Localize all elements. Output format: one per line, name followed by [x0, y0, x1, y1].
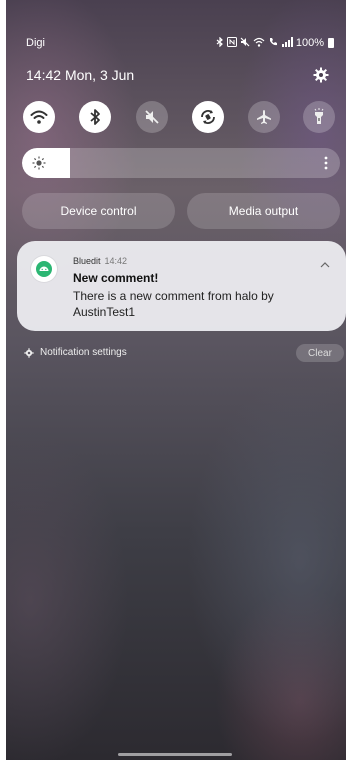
- device-control-button[interactable]: Device control: [22, 193, 175, 229]
- mute-icon: [240, 37, 250, 50]
- header-row: 14:42 Mon, 3 Jun: [26, 66, 330, 84]
- toggle-auto-rotate[interactable]: [192, 101, 224, 133]
- notification-body: There is a new comment from halo by Aust…: [73, 289, 274, 319]
- toggle-flashlight[interactable]: [303, 101, 335, 133]
- notification-header: Bluedit 14:42: [73, 256, 127, 266]
- clock-time: 14:42: [26, 67, 62, 83]
- chevron-up-icon[interactable]: [320, 255, 330, 273]
- notification-settings-label: Notification settings: [40, 347, 127, 358]
- app-icon: [31, 256, 57, 282]
- app-name: Bluedit: [73, 256, 101, 266]
- notification-title: New comment!: [73, 271, 159, 285]
- notification-card[interactable]: Bluedit 14:42 New comment! There is a new…: [17, 241, 346, 331]
- home-indicator[interactable]: [118, 753, 232, 756]
- notification-time: 14:42: [104, 256, 128, 266]
- date-label: Mon, 3 Jun: [64, 67, 135, 83]
- media-output-button[interactable]: Media output: [187, 193, 340, 229]
- datetime: 14:42 Mon, 3 Jun: [26, 67, 134, 83]
- nfc-icon: [226, 36, 237, 50]
- wifi-icon: [30, 110, 48, 124]
- toggle-sound[interactable]: [136, 101, 168, 133]
- mute-icon: [145, 110, 159, 124]
- airplane-icon: [257, 110, 271, 124]
- call-icon: [268, 37, 278, 50]
- toggle-wifi[interactable]: [23, 101, 55, 133]
- carrier-label: Digi: [26, 37, 45, 49]
- rotate-icon: [201, 110, 215, 124]
- notification-settings-link[interactable]: Notification settings: [24, 347, 127, 358]
- signal-icon: [281, 36, 293, 50]
- sun-icon: [32, 156, 46, 175]
- wifi-icon: [253, 37, 265, 50]
- screen-edge-right: [346, 0, 350, 760]
- screen-edge-left: [0, 0, 6, 760]
- settings-button[interactable]: [312, 66, 330, 84]
- status-bar: Digi 100%: [26, 36, 334, 50]
- clear-button[interactable]: Clear: [296, 344, 344, 362]
- more-options-icon[interactable]: [324, 156, 328, 175]
- gear-icon: [313, 67, 329, 83]
- quick-toggles: [23, 101, 335, 133]
- bluetooth-icon: [90, 109, 100, 125]
- battery-percent: 100%: [295, 37, 324, 49]
- bluetooth-icon: [216, 36, 224, 50]
- brightness-slider[interactable]: [22, 148, 340, 178]
- status-icons: 100%: [216, 36, 334, 50]
- flashlight-icon: [314, 108, 324, 124]
- toggle-airplane-mode[interactable]: [248, 101, 280, 133]
- toggle-bluetooth[interactable]: [79, 101, 111, 133]
- gear-icon: [24, 347, 34, 358]
- battery-icon: [328, 38, 334, 48]
